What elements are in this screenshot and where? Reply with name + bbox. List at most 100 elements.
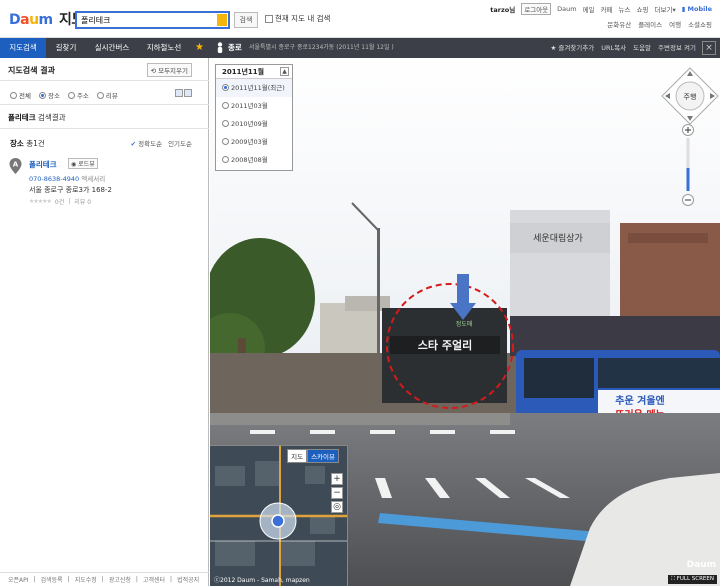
minimap-zoom-in-button[interactable]: + — [331, 473, 343, 485]
search-button[interactable]: 검색 — [234, 12, 258, 28]
place-phone: 070-8638-4940 엑세서리 — [29, 175, 106, 183]
bus-window — [598, 358, 720, 388]
footer-legal[interactable]: 법적공지 — [177, 575, 199, 584]
date-option[interactable]: 2010년09월 — [216, 115, 292, 133]
copy-url-button[interactable]: URL복사 — [601, 38, 626, 58]
footer-support[interactable]: 고객센터 — [143, 575, 165, 584]
footer-search-register[interactable]: 검색등록 — [41, 575, 63, 584]
search-input[interactable]: 폴리테크 — [75, 11, 230, 29]
result-filter: 전체 장소 주소 리뷰 — [10, 90, 118, 100]
minimap[interactable]: 지도 스카이뷰 + − ◎ ⓒ2012 Daum - Samah, mapzen — [210, 445, 348, 586]
divider — [0, 104, 209, 105]
close-roadview-button[interactable]: × — [702, 41, 716, 55]
clear-all-button[interactable]: ⟲ 모두지우기 — [146, 63, 192, 77]
daum-logo[interactable]: Daum 지도 — [9, 9, 84, 29]
link-travel[interactable]: 여행 — [669, 19, 681, 29]
filter-review[interactable]: 리뷰 — [96, 90, 118, 100]
filter-place[interactable]: 장소 — [38, 90, 60, 100]
nearby-info-toggle[interactable]: 주변정보 켜기 — [658, 38, 696, 58]
checkbox-icon — [265, 14, 273, 23]
link-mobile[interactable]: ▮ Mobile — [682, 5, 712, 13]
roadview-address: 서울특별시 종로구 종로1234가동 (2011년 11월 12일 ) — [249, 44, 394, 51]
radio-selected-icon — [38, 92, 46, 99]
minimap-copyright: ⓒ2012 Daum - Samah, mapzen — [214, 577, 310, 584]
radio-icon — [10, 92, 17, 99]
date-selector-header[interactable]: 2011년11월 ▲ — [216, 65, 292, 79]
grid-view-icon[interactable] — [184, 89, 192, 97]
tab-map-search[interactable]: 지도검색 — [0, 38, 46, 58]
footer-open-api[interactable]: 오픈API — [8, 575, 29, 584]
tab-directions[interactable]: 길찾기 — [46, 38, 86, 58]
link-mail[interactable]: 메일 — [583, 4, 595, 14]
zoom-level-fill — [686, 168, 690, 191]
collapse-icon[interactable]: ▲ — [280, 67, 289, 76]
tab-realtime-bus[interactable]: 실시간버스 — [86, 38, 138, 58]
link-news[interactable]: 뉴스 — [619, 4, 631, 14]
sort-popularity[interactable]: 인기도순 — [168, 138, 192, 148]
tab-subway[interactable]: 지하철노선 — [138, 38, 190, 58]
link-social-shopping[interactable]: 소셜쇼핑 — [688, 19, 712, 29]
logout-button[interactable]: 로그아웃 — [521, 3, 552, 15]
map-marker-icon[interactable]: A — [9, 158, 22, 174]
roadview-panorama[interactable]: 세운대림상가 스타 주얼리 정도매 추운 겨울엔 뜨거운 메뉴 — [210, 58, 720, 586]
filter-all[interactable]: 전체 — [10, 90, 31, 100]
sort-options: ✔ 정확도순 인기도순 — [131, 138, 192, 148]
link-heritage[interactable]: 문화유산 — [607, 19, 631, 29]
panel-title: 지도검색 결과 — [8, 66, 55, 75]
minimap-satellite[interactable] — [210, 446, 348, 586]
minimap-fullscreen-button[interactable]: ◎ — [331, 501, 343, 513]
view-mode-toggle[interactable] — [175, 89, 192, 97]
roadview-button[interactable]: ◉ 로드뷰 — [68, 158, 98, 169]
jewelry-store-building — [382, 308, 507, 403]
link-place[interactable]: 플레이스 — [638, 19, 662, 29]
date-option[interactable]: 2011년03월 — [216, 97, 292, 115]
zoom-control[interactable] — [682, 123, 694, 208]
link-more[interactable]: 더보기▾ — [654, 4, 675, 14]
sort-accuracy[interactable]: ✔ 정확도순 — [131, 138, 162, 148]
user-name: tarzo님 — [490, 6, 516, 14]
user-links: tarzo님 로그아웃 Daum 메일 카페 뉴스 쇼핑 더보기▾ ▮ Mobi… — [490, 3, 712, 15]
place-address: 서울 종로구 종로3가 168-2 — [29, 186, 112, 194]
top-bar: Daum 지도 폴리테크 검색 현재 지도 내 검색 tarzo님 로그아웃 D… — [0, 0, 720, 38]
compass-control[interactable]: 주행 — [660, 66, 720, 126]
marker-letter: A — [13, 161, 19, 169]
in-map-search-checkbox[interactable]: 현재 지도 내 검색 — [265, 13, 330, 24]
list-view-icon[interactable] — [175, 89, 183, 97]
search-flag-icon — [217, 14, 227, 26]
link-cafe[interactable]: 카페 — [601, 4, 613, 14]
place-name-link[interactable]: 폴리테크 — [29, 159, 57, 170]
radio-icon — [222, 138, 229, 145]
radio-icon — [222, 156, 229, 163]
footer-ad[interactable]: 광고신청 — [109, 575, 131, 584]
left-panel: 지도검색 결과 ⟲ 모두지우기 전체 장소 주소 리뷰 폴리테크 검색결과 장소… — [0, 58, 209, 586]
minimap-tab-skyview[interactable]: 스카이뷰 — [307, 449, 339, 463]
building-band — [628, 233, 708, 243]
date-option[interactable]: 2008년08월 — [216, 151, 292, 169]
service-links: 문화유산 플레이스 여행 소셜쇼핑 — [607, 19, 712, 29]
rating-count: 0건 — [54, 199, 65, 206]
date-option[interactable]: 2009년03월 — [216, 133, 292, 151]
footer-map-edit[interactable]: 지도수정 — [75, 575, 97, 584]
filter-address[interactable]: 주소 — [67, 90, 89, 100]
help-link[interactable]: 도움말 — [633, 38, 651, 58]
nav-bar: 지도검색 길찾기 실시간버스 지하철노선 ★ 종로 서울특별시 종로구 종로12… — [0, 38, 720, 58]
review-count[interactable]: 리뷰 0 — [74, 197, 91, 206]
minimap-zoom-out-button[interactable]: − — [331, 487, 343, 499]
minimap-tab-map[interactable]: 지도 — [287, 449, 308, 463]
divider — [0, 80, 209, 81]
place-stats: ★★★★★ 0건 | 리뷰 0 — [29, 197, 92, 206]
fullscreen-button[interactable]: ⛶ FULL SCREEN — [668, 575, 717, 584]
add-favorite-button[interactable]: ★ 즐겨찾기추가 — [550, 38, 594, 58]
sidewalk — [210, 413, 510, 425]
link-daum[interactable]: Daum — [557, 5, 576, 13]
store-sign-sub: 정도매 — [456, 320, 473, 328]
daum-watermark: Daum — [686, 560, 716, 570]
minimap-tabs: 지도 스카이뷰 — [287, 449, 339, 463]
result-title: 폴리테크 검색결과 — [8, 113, 66, 122]
link-shopping[interactable]: 쇼핑 — [637, 4, 649, 14]
date-option[interactable]: 2011년11월(최근) — [216, 79, 292, 97]
minimap-position-icon[interactable] — [271, 514, 285, 528]
roadview-person-icon — [217, 42, 223, 53]
star-icon[interactable]: ★ — [195, 42, 204, 53]
building-sign: 세운대림상가 — [533, 232, 583, 244]
